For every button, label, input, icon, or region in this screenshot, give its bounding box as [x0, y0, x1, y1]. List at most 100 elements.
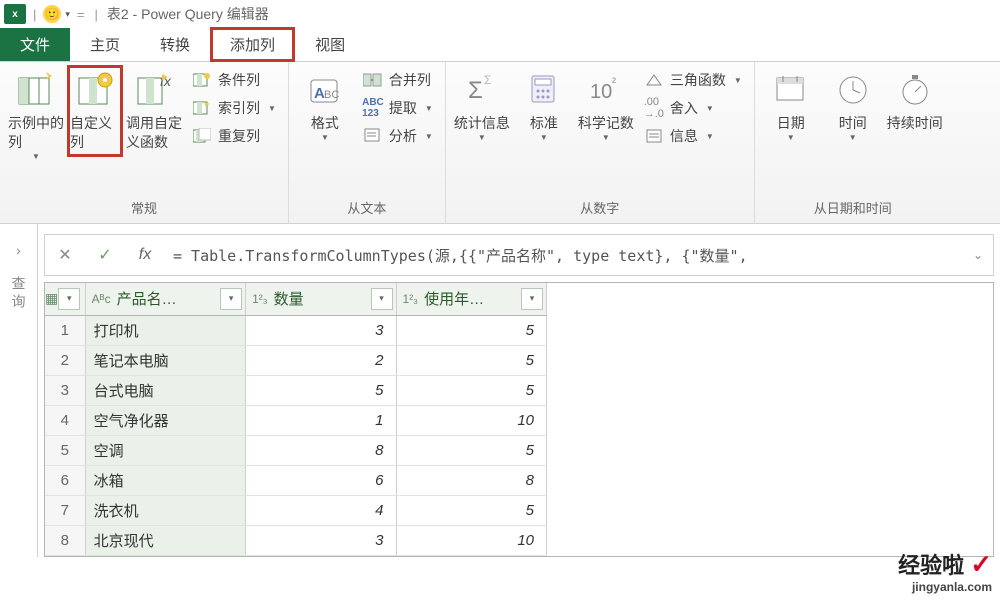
tab-home[interactable]: 主页 — [70, 28, 140, 61]
dropdown-caret-icon: ▼ — [32, 152, 40, 163]
table-icon: ▦ — [45, 290, 58, 307]
text-type-icon: Aᴮc — [86, 292, 117, 306]
column-header-product[interactable]: Aᴮc产品名…▾ — [85, 283, 245, 315]
custom-column-label: 自定义列 — [70, 114, 120, 152]
column-filter-dropdown[interactable]: ▾ — [220, 288, 242, 310]
format-button[interactable]: ABC 格式 ▼ — [297, 68, 353, 146]
dropdown-caret-icon: ▼ — [425, 104, 433, 113]
information-button[interactable]: 信息 ▼ — [640, 124, 746, 148]
date-button[interactable]: 日期 ▼ — [763, 68, 819, 146]
svg-text:Σ: Σ — [484, 73, 491, 87]
table-row[interactable]: 7洗衣机45 — [45, 495, 547, 525]
column-filter-dropdown[interactable]: ▾ — [521, 288, 543, 310]
excel-app-icon: x — [4, 4, 26, 24]
dropdown-caret-icon: ▼ — [540, 133, 548, 144]
title-bar: x | 🙂 ▾ = | 表2 - Power Query 编辑器 — [0, 0, 1000, 28]
expand-pane-icon[interactable]: › — [16, 242, 21, 258]
int-type-icon: 1²₃ — [397, 292, 425, 306]
group-datetime-label: 从日期和时间 — [763, 194, 943, 223]
stopwatch-icon — [895, 70, 935, 110]
format-icon: ABC — [305, 70, 345, 110]
tab-add-column[interactable]: 添加列 — [210, 27, 295, 62]
duplicate-column-icon — [192, 127, 212, 145]
qat-dropdown-icon[interactable]: ▾ — [65, 9, 70, 20]
triangle-icon — [644, 71, 664, 89]
invoke-custom-function-button[interactable]: fx 调用自定义函数 — [126, 68, 182, 154]
ribbon: 示例中的列 ▼ 自定义列 fx 调用自定义函数 条件列 — [0, 62, 1000, 224]
scientific-label: 科学记数 — [578, 114, 634, 133]
column-header-qty[interactable]: 1²₃数量▾ — [246, 283, 396, 315]
table-row[interactable]: 8北京现代310 — [45, 525, 547, 555]
scientific-button[interactable]: 10² 科学记数 ▼ — [578, 68, 634, 146]
group-general-label: 常规 — [8, 194, 280, 223]
conditional-column-button[interactable]: 条件列 — [188, 68, 280, 92]
sigma-icon: ΣΣ — [462, 70, 502, 110]
conditional-column-icon — [192, 71, 212, 89]
table-row[interactable]: 5空调85 — [45, 435, 547, 465]
queries-pane-collapsed[interactable]: › 查询 — [0, 224, 38, 557]
invoke-function-icon: fx — [134, 70, 174, 110]
group-text: ABC 格式 ▼ 合并列 ABC123 提取 ▼ 分析 ▼ — [289, 62, 446, 223]
dropdown-caret-icon: ▼ — [706, 104, 714, 113]
invoke-function-label: 调用自定义函数 — [126, 114, 182, 152]
dropdown-caret-icon: ▼ — [268, 104, 276, 113]
group-number: ΣΣ 统计信息 ▼ 标准 ▼ 10² 科学记数 ▼ 三角函数 ▼ — [446, 62, 755, 223]
parse-icon — [363, 127, 383, 145]
trigonometry-button[interactable]: 三角函数 ▼ — [640, 68, 746, 92]
standard-button[interactable]: 标准 ▼ — [516, 68, 572, 146]
calendar-icon — [771, 70, 811, 110]
tab-view[interactable]: 视图 — [295, 28, 365, 61]
dropdown-caret-icon: ▼ — [321, 133, 329, 144]
duplicate-column-button[interactable]: 重复列 — [188, 124, 280, 148]
formula-commit-button[interactable]: ✓ — [85, 245, 125, 265]
table-row[interactable]: 2笔记本电脑25 — [45, 345, 547, 375]
table-menu-dropdown[interactable]: ▾ — [58, 288, 80, 310]
dropdown-caret-icon: ▼ — [734, 76, 742, 85]
extract-button[interactable]: ABC123 提取 ▼ — [359, 96, 437, 120]
merge-columns-icon — [363, 71, 383, 89]
date-label: 日期 — [777, 114, 805, 133]
dropdown-caret-icon: ▼ — [706, 132, 714, 141]
formula-input[interactable]: = Table.TransformColumnTypes(源,{{"产品名称",… — [165, 245, 963, 266]
rounding-icon: .00→.0 — [644, 99, 664, 117]
tab-file[interactable]: 文件 — [0, 28, 70, 61]
column-filter-dropdown[interactable]: ▾ — [371, 288, 393, 310]
information-label: 信息 — [670, 126, 698, 146]
group-general: 示例中的列 ▼ 自定义列 fx 调用自定义函数 条件列 — [0, 62, 289, 223]
duration-button[interactable]: 持续时间 — [887, 68, 943, 135]
data-grid[interactable]: ▦▾ Aᴮc产品名…▾ 1²₃数量▾ 1²₃使用年…▾ 1打印机35 2笔记本电… — [44, 282, 994, 557]
custom-column-button[interactable]: 自定义列 — [67, 65, 123, 157]
merge-columns-button[interactable]: 合并列 — [359, 68, 437, 92]
formula-bar: ✕ ✓ fx = Table.TransformColumnTypes(源,{{… — [44, 234, 994, 276]
qat-customize-sep: = — [77, 7, 85, 22]
rounding-button[interactable]: .00→.0 舍入 ▼ — [640, 96, 746, 120]
statistics-label: 统计信息 — [454, 114, 510, 133]
svg-text:10: 10 — [590, 81, 612, 103]
custom-column-icon — [75, 70, 115, 110]
table-row[interactable]: 3台式电脑55 — [45, 375, 547, 405]
parse-button[interactable]: 分析 ▼ — [359, 124, 437, 148]
trigonometry-label: 三角函数 — [670, 70, 726, 90]
index-column-button[interactable]: 索引列 ▼ — [188, 96, 280, 120]
table-row[interactable]: 6冰箱68 — [45, 465, 547, 495]
format-label: 格式 — [311, 114, 339, 133]
table-corner[interactable]: ▦▾ — [45, 283, 85, 315]
table-row[interactable]: 1打印机35 — [45, 315, 547, 345]
info-icon — [644, 127, 664, 145]
group-text-label: 从文本 — [297, 194, 437, 223]
column-header-years[interactable]: 1²₃使用年…▾ — [396, 283, 546, 315]
dropdown-caret-icon: ▼ — [425, 132, 433, 141]
merge-columns-label: 合并列 — [389, 70, 431, 90]
tab-transform[interactable]: 转换 — [140, 28, 210, 61]
calculator-icon — [524, 70, 564, 110]
svg-text:BC: BC — [324, 89, 339, 101]
table-row[interactable]: 4空气净化器110 — [45, 405, 547, 435]
dropdown-caret-icon: ▼ — [478, 133, 486, 144]
queries-pane-label: 查询 — [9, 276, 29, 312]
time-button[interactable]: 时间 ▼ — [825, 68, 881, 146]
statistics-button[interactable]: ΣΣ 统计信息 ▼ — [454, 68, 510, 146]
qat-smile-icon[interactable]: 🙂 — [43, 5, 61, 23]
formula-expand-button[interactable]: ⌄ — [963, 248, 993, 262]
column-from-examples-button[interactable]: 示例中的列 ▼ — [8, 68, 64, 165]
formula-cancel-button[interactable]: ✕ — [45, 245, 85, 265]
